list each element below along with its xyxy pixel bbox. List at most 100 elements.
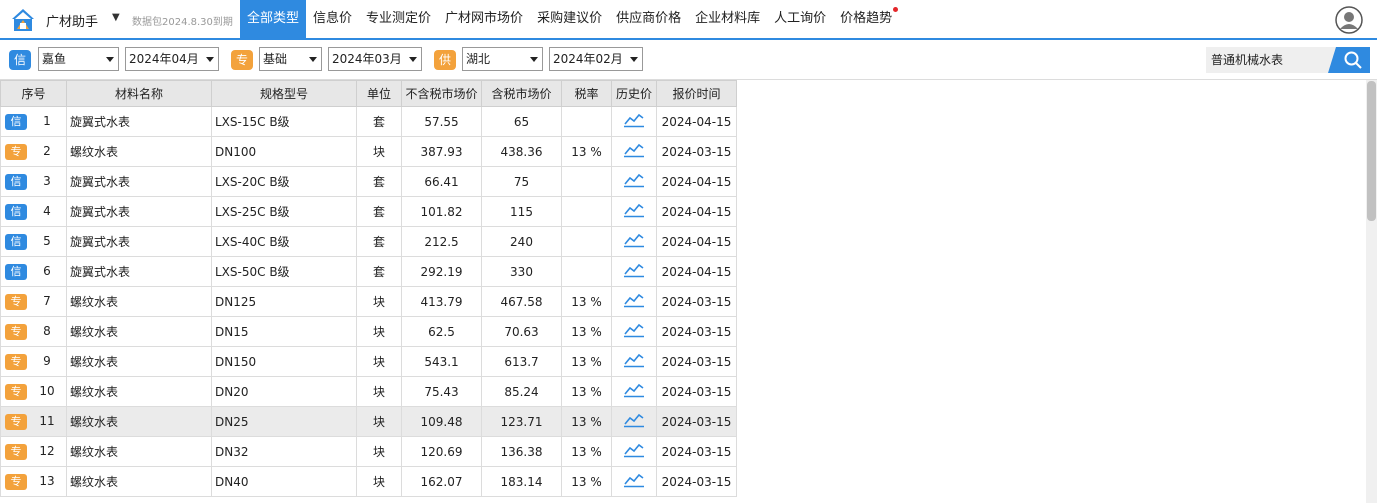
table-row[interactable]: 信 4 旋翼式水表 LXS-25C B级套 101.82 115 2024-04-15 <box>0 196 737 227</box>
table-row[interactable]: 信 6 旋翼式水表 LXS-50C B级套 292.19 330 2024-04-15 <box>0 256 737 287</box>
info-region-select[interactable]: 嘉鱼 <box>38 47 119 71</box>
tax-rate-cell: 13 % <box>561 436 612 467</box>
table-row[interactable]: 专 9 螺纹水表 DN150 块 543.1 613.7 13 % 2024-03-15 <box>0 346 737 377</box>
tax-rate-cell <box>561 196 612 227</box>
price-table: 序号 材料名称 规格型号 单位 不含税市场价 含税市场价 税率 历史价 报价时间 信 1 旋翼式水表… <box>0 80 737 497</box>
column-header[interactable]: 不含税市场价 <box>401 80 482 107</box>
trend-chart-icon[interactable] <box>623 293 645 311</box>
trend-chart-icon[interactable] <box>623 473 645 491</box>
trend-chart-icon[interactable] <box>623 353 645 371</box>
row-index-cell: 信3 <box>0 166 67 197</box>
spec-cell: DN100 <box>211 136 357 167</box>
history-price-cell[interactable] <box>611 196 657 227</box>
app-title[interactable]: 广材助手 <box>46 11 98 30</box>
row-index-cell: 专 12 <box>0 436 67 467</box>
trend-chart-icon[interactable] <box>623 323 645 341</box>
price-source-tag: 专 <box>5 384 27 400</box>
table-row[interactable]: 专 2 螺纹水表 DN100 块 387.93 438.36 13 % 2024-03-15 <box>0 136 737 167</box>
history-price-cell[interactable] <box>611 286 657 317</box>
info-price-tag: 信 <box>9 50 31 70</box>
trend-chart-icon[interactable] <box>623 143 645 161</box>
column-header[interactable]: 规格型号 <box>211 80 357 107</box>
column-header[interactable]: 含税市场价 <box>481 80 562 107</box>
supplier-period-select[interactable]: 2024年02月 <box>549 47 643 71</box>
pro-type-select[interactable]: 基础 <box>259 47 322 71</box>
history-price-cell[interactable] <box>611 376 657 407</box>
table-row[interactable]: 专 10 螺纹水表 DN20 块 75.43 85.24 13 % 2024-03-15 <box>0 376 737 407</box>
column-header[interactable]: 序号 <box>0 80 67 107</box>
trend-chart-icon[interactable] <box>623 443 645 461</box>
history-price-cell[interactable] <box>611 256 657 287</box>
nav-tab-8[interactable]: 价格趋势 <box>833 0 899 38</box>
table-row[interactable]: 信 1 旋翼式水表 LXS-15C B级套 57.55 65 2024-04-15 <box>0 106 737 137</box>
trend-chart-icon[interactable] <box>623 113 645 131</box>
row-index-cell: 专2 <box>0 136 67 167</box>
row-index-cell: 信5 <box>0 226 67 257</box>
info-period-select[interactable]: 2024年04月 <box>125 47 219 71</box>
user-avatar-icon[interactable] <box>1335 6 1363 34</box>
supplier-region-select[interactable]: 湖北 <box>462 47 543 71</box>
tax-rate-cell: 13 % <box>561 466 612 497</box>
table-row[interactable]: 专 8 螺纹水表 DN15 块 62.5 70.63 13 % 2024-03-15 <box>0 316 737 347</box>
app-logo-icon <box>12 9 34 31</box>
column-header[interactable]: 材料名称 <box>66 80 212 107</box>
tax-rate-cell: 13 % <box>561 376 612 407</box>
nav-tab-7[interactable]: 人工询价 <box>767 0 833 38</box>
dropdown-arrow-icon <box>106 57 114 62</box>
history-price-cell[interactable] <box>611 316 657 347</box>
nav-tab-label: 价格趋势 <box>840 11 893 26</box>
history-price-cell[interactable] <box>611 106 657 137</box>
column-header[interactable]: 历史价 <box>611 80 657 107</box>
spec-cell: DN32 <box>211 436 357 467</box>
price-ex-tax-cell: 75.43 <box>401 376 482 407</box>
nav-tab-3[interactable]: 广材网市场价 <box>438 0 530 38</box>
history-price-cell[interactable] <box>611 346 657 377</box>
history-price-cell[interactable] <box>611 436 657 467</box>
price-in-tax-cell: 115 <box>481 196 562 227</box>
material-name-cell: 螺纹水表 <box>66 406 212 437</box>
data-pack-expiry: 数据包2024.8.30到期 <box>132 17 233 28</box>
price-ex-tax-cell: 543.1 <box>401 346 482 377</box>
material-name-cell: 旋翼式水表 <box>66 256 212 287</box>
unit-cell: 套 <box>356 226 402 257</box>
unit-cell: 块 <box>356 436 402 467</box>
history-price-cell[interactable] <box>611 226 657 257</box>
price-ex-tax-cell: 413.79 <box>401 286 482 317</box>
nav-tab-1[interactable]: 信息价 <box>306 0 359 38</box>
notification-dot <box>893 7 899 12</box>
price-in-tax-cell: 330 <box>481 256 562 287</box>
nav-tab-4[interactable]: 采购建议价 <box>530 0 609 38</box>
price-in-tax-cell: 613.7 <box>481 346 562 377</box>
search-input[interactable]: 普通机械水表 <box>1206 47 1336 73</box>
history-price-cell[interactable] <box>611 166 657 197</box>
column-header[interactable]: 单位 <box>356 80 402 107</box>
table-row[interactable]: 专 11 螺纹水表 DN25 块 109.48 123.71 13 % 2024-03-15 <box>0 406 737 437</box>
history-price-cell[interactable] <box>611 466 657 497</box>
pro-period-select[interactable]: 2024年03月 <box>328 47 422 71</box>
table-row[interactable]: 专 12 螺纹水表 DN32 块 120.69 136.38 13 % 2024-03-15 <box>0 436 737 467</box>
trend-chart-icon[interactable] <box>623 263 645 281</box>
trend-chart-icon[interactable] <box>623 383 645 401</box>
quote-date-cell: 2024-04-15 <box>656 196 737 227</box>
app-menu-caret-icon[interactable]: ▼ <box>112 12 120 23</box>
nav-tab-2[interactable]: 专业测定价 <box>359 0 438 38</box>
unit-cell: 套 <box>356 166 402 197</box>
scrollbar-thumb[interactable] <box>1367 81 1376 221</box>
trend-chart-icon[interactable] <box>623 413 645 431</box>
table-row[interactable]: 专 13 螺纹水表 DN40 块 162.07 183.14 13 % 2024-03-15 <box>0 466 737 497</box>
table-row[interactable]: 信 5 旋翼式水表 LXS-40C B级套 212.5 240 2024-04-15 <box>0 226 737 257</box>
history-price-cell[interactable] <box>611 406 657 437</box>
dropdown-arrow-icon <box>630 57 638 62</box>
column-header[interactable]: 税率 <box>561 80 612 107</box>
trend-chart-icon[interactable] <box>623 173 645 191</box>
nav-tab-0[interactable]: 全部类型 <box>240 0 307 38</box>
column-header[interactable]: 报价时间 <box>656 80 737 107</box>
history-price-cell[interactable] <box>611 136 657 167</box>
trend-chart-icon[interactable] <box>623 203 645 221</box>
table-row[interactable]: 专 7 螺纹水表 DN125 块 413.79 467.58 13 % 2024-03-15 <box>0 286 737 317</box>
nav-tab-6[interactable]: 企业材料库 <box>688 0 767 38</box>
trend-chart-icon[interactable] <box>623 233 645 251</box>
material-name-cell: 旋翼式水表 <box>66 226 212 257</box>
nav-tab-5[interactable]: 供应商价格 <box>609 0 688 38</box>
table-row[interactable]: 信 3 旋翼式水表 LXS-20C B级套 66.41 75 2024-04-15 <box>0 166 737 197</box>
